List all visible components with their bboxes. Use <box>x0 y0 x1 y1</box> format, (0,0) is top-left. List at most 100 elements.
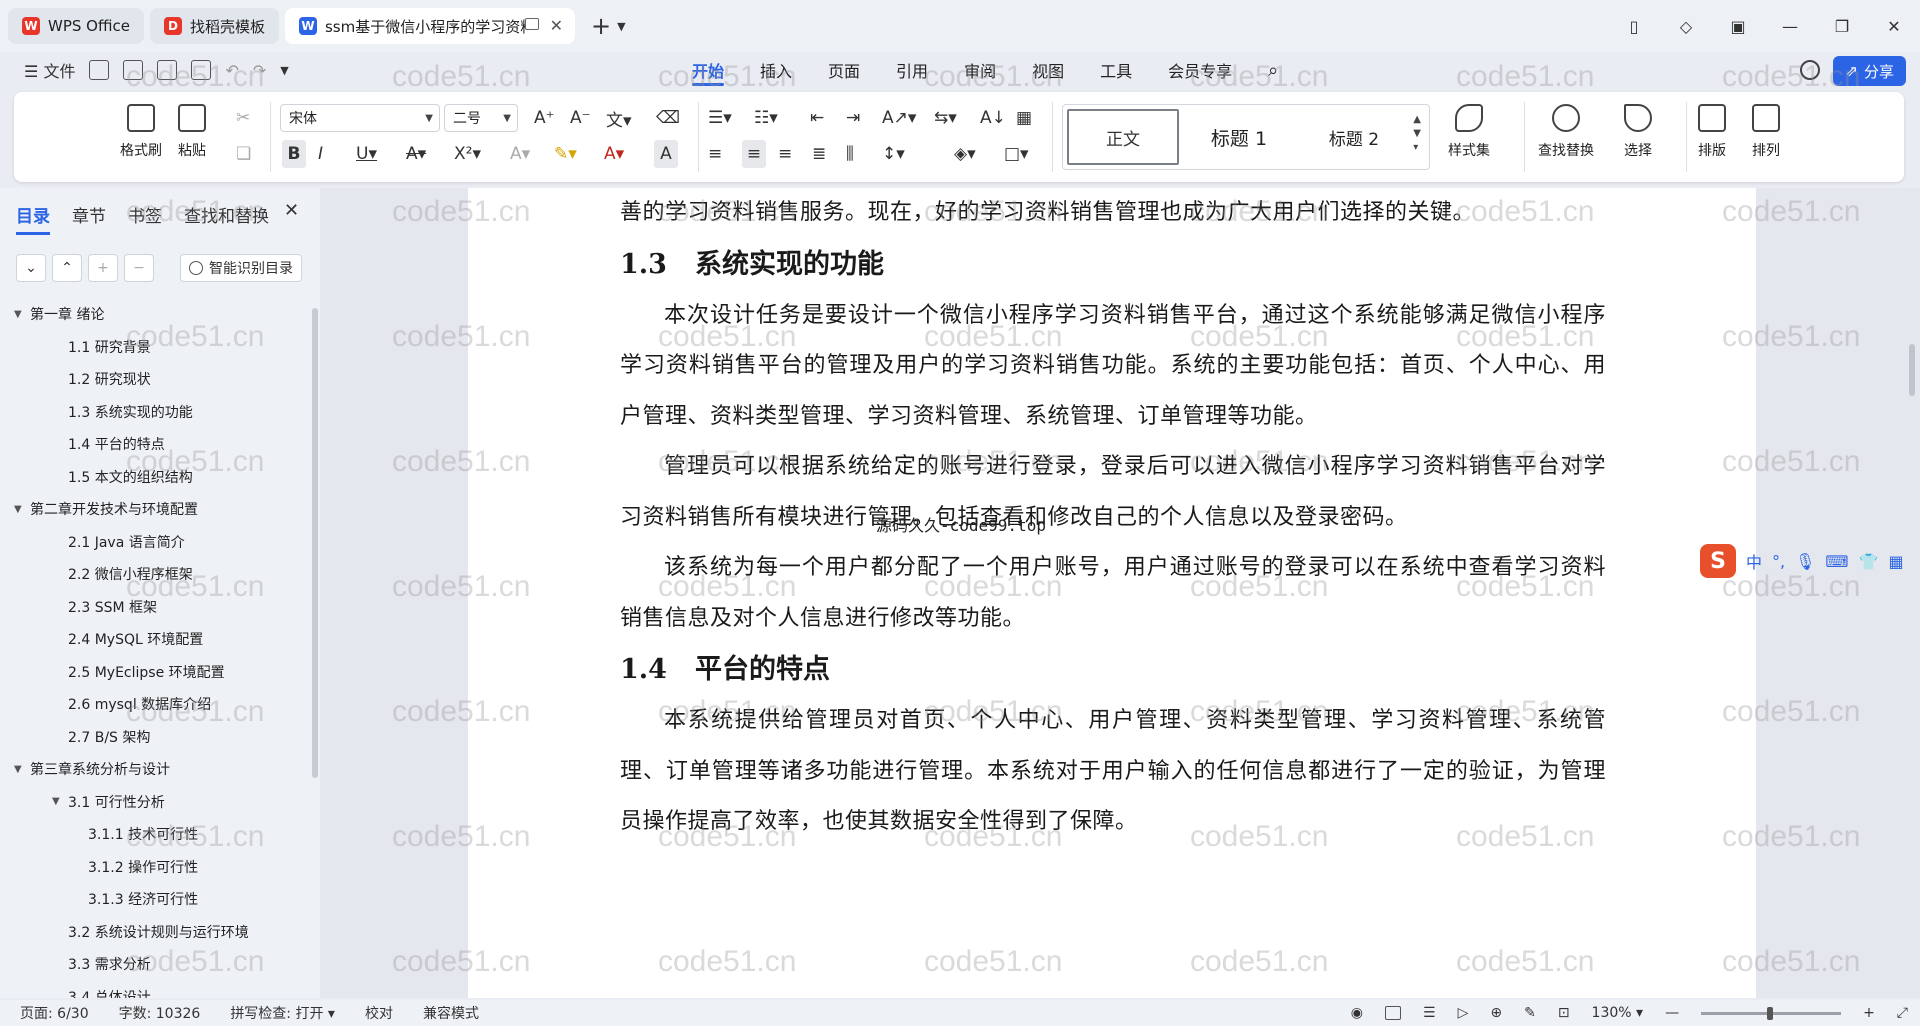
toc-item[interactable]: 3.1.1 技术可行性 <box>0 818 310 851</box>
document-scrollbar[interactable] <box>1904 188 1920 998</box>
align-right-icon[interactable]: ≡ <box>778 140 792 168</box>
align-center-icon[interactable]: ≡ <box>742 140 766 168</box>
toc-item[interactable]: 3.1.3 经济可行性 <box>0 883 310 916</box>
tab-bookmark[interactable]: 书签 <box>128 202 162 227</box>
shrink-font-icon[interactable]: A⁻ <box>570 104 591 132</box>
style-heading-2[interactable]: 标题 2 <box>1299 109 1409 165</box>
expand-triangle-icon[interactable]: ▼ <box>52 796 68 807</box>
gallery-scroll-icon[interactable]: ▲ ▼ ▾ <box>1413 113 1421 155</box>
justify-icon[interactable]: ≣ <box>812 140 826 168</box>
highlight-button[interactable]: ✎▾ <box>554 140 577 168</box>
toc-item[interactable]: 3.3 需求分析 <box>0 948 310 981</box>
fullscreen-icon[interactable]: ⤢ <box>1897 1005 1908 1021</box>
search-icon[interactable]: ⌕ <box>1268 60 1278 81</box>
page-view-icon[interactable] <box>1385 1006 1401 1020</box>
numbered-list-icon[interactable]: ☷▾ <box>754 104 778 132</box>
toc-item[interactable]: 1.5 本文的组织结构 <box>0 461 310 494</box>
file-menu[interactable]: ☰ 文件 <box>24 58 75 82</box>
expand-triangle-icon[interactable]: ▼ <box>14 504 30 515</box>
share-button[interactable]: ⇗ 分享 <box>1833 56 1906 86</box>
line-break-icon[interactable]: ⇆▾ <box>934 104 957 132</box>
web-view-icon[interactable]: ⊕ <box>1490 1005 1502 1021</box>
tab-chapter[interactable]: 章节 <box>72 202 106 227</box>
toc-item[interactable]: 2.2 微信小程序框架 <box>0 558 310 591</box>
bullet-list-icon[interactable]: ☰▾ <box>708 104 732 132</box>
toc-item[interactable]: ▼ 第三章系统分析与设计 <box>0 753 310 786</box>
maximize-icon[interactable]: ❐ <box>1816 17 1868 36</box>
copy-icon[interactable]: ❏ <box>236 140 251 168</box>
save-icon[interactable] <box>89 60 110 80</box>
smart-toc-button[interactable]: 智能识别目录 <box>180 254 302 282</box>
zoom-in-icon[interactable]: + <box>1863 1005 1875 1021</box>
grow-font-icon[interactable]: A⁺ <box>534 104 555 132</box>
export-icon[interactable] <box>123 60 144 80</box>
toc-item[interactable]: ▼ 3.1 可行性分析 <box>0 786 310 819</box>
zoom-level[interactable]: 130% ▾ <box>1592 1005 1644 1021</box>
cube-icon[interactable]: ◇ <box>1660 17 1712 36</box>
sort-icon[interactable]: A↓ <box>980 104 1006 132</box>
toc-item[interactable]: 2.5 MyEclipse 环境配置 <box>0 656 310 689</box>
redo-icon[interactable]: ↷ <box>253 61 266 80</box>
layout-button[interactable]: 排版 <box>1698 104 1726 160</box>
font-size-select[interactable]: 二号 ▼ <box>444 104 518 132</box>
toc-item[interactable]: ▼ 第二章开发技术与环境配置 <box>0 493 310 526</box>
toc-item[interactable]: 2.7 B/S 架构 <box>0 721 310 754</box>
word-count[interactable]: 字数: 10326 <box>119 1003 201 1023</box>
new-tab-icon[interactable]: + <box>591 12 611 40</box>
style-normal[interactable]: 正文 <box>1067 109 1179 165</box>
paragraph[interactable]: 该系统为每一个用户都分配了一个用户账号，用户通过账号的登录可以在系统中查看学习资… <box>620 543 1606 644</box>
close-tab-icon[interactable]: ✕ <box>550 16 563 35</box>
ime-punct[interactable]: °, <box>1772 552 1785 571</box>
print-preview-icon[interactable] <box>191 60 212 80</box>
tab-find-replace[interactable]: 查找和替换 <box>184 202 269 227</box>
toc-item[interactable]: 2.6 mysql 数据库介绍 <box>0 688 310 721</box>
bold-button[interactable]: B <box>282 140 306 168</box>
menu-home[interactable]: 开始 <box>674 52 742 88</box>
window-mini-icon[interactable] <box>524 18 539 30</box>
microphone-icon[interactable]: 🎙 <box>1795 552 1815 571</box>
collapse-button[interactable]: ⌄ <box>16 254 46 282</box>
eye-icon[interactable]: ◉ <box>1351 1005 1363 1021</box>
strikethrough-button[interactable]: A▾ <box>406 140 426 168</box>
add-heading-button[interactable]: + <box>88 254 118 282</box>
style-set-button[interactable]: 样式集 <box>1448 104 1490 160</box>
chat-icon[interactable] <box>1800 60 1820 80</box>
toc-item[interactable]: 1.2 研究现状 <box>0 363 310 396</box>
tab-toc[interactable]: 目录 <box>16 202 50 235</box>
menu-review[interactable]: 审阅 <box>946 52 1014 88</box>
char-shading-button[interactable]: A <box>654 140 678 168</box>
underline-button[interactable]: U▾ <box>356 140 377 168</box>
shading-icon[interactable]: ◈▾ <box>954 140 976 168</box>
italic-button[interactable]: I <box>318 140 323 168</box>
font-name-select[interactable]: 宋体 ▼ <box>280 104 440 132</box>
tab-wps-office[interactable]: W WPS Office <box>8 8 144 44</box>
toc-item[interactable]: ▼ 第一章 绪论 <box>0 298 310 331</box>
toc-item[interactable]: 2.4 MySQL 环境配置 <box>0 623 310 656</box>
menu-view[interactable]: 视图 <box>1014 52 1082 88</box>
line-spacing-icon[interactable]: ↕▾ <box>882 140 905 168</box>
toc-item[interactable]: 1.1 研究背景 <box>0 331 310 364</box>
cut-icon[interactable]: ✂ <box>236 104 250 132</box>
paragraph[interactable]: 管理员可以根据系统给定的账号进行登录，登录后可以进入微信小程序学习资料销售平台对… <box>620 442 1606 543</box>
proofread-button[interactable]: 校对 <box>365 1003 393 1023</box>
text-direction-icon[interactable]: A↗▾ <box>882 104 916 132</box>
paragraph[interactable]: 善的学习资料销售服务。现在，好的学习资料销售管理也成为广大用户们选择的关键。 <box>620 188 1606 239</box>
ime-mode[interactable]: 中 <box>1746 549 1762 573</box>
toolbox-icon[interactable]: ▦ <box>1888 552 1903 571</box>
menu-member[interactable]: 会员专享 <box>1150 52 1250 88</box>
distribute-icon[interactable]: ⫼ <box>846 140 854 168</box>
align-left-icon[interactable]: ≡ <box>708 140 722 168</box>
format-painter-button[interactable]: 格式刷 <box>120 104 162 160</box>
paragraph[interactable]: 本次设计任务是要设计一个微信小程序学习资料销售平台，通过这个系统能够满足微信小程… <box>620 291 1606 443</box>
toc-item[interactable]: 2.1 Java 语言简介 <box>0 526 310 559</box>
zoom-knob[interactable] <box>1767 1006 1774 1020</box>
text-effect-button[interactable]: A▾ <box>510 140 530 168</box>
chevron-down-icon[interactable]: ▼ <box>280 64 288 77</box>
find-replace-button[interactable]: 查找替换 <box>1538 104 1594 160</box>
style-heading-1[interactable]: 标题 1 <box>1179 109 1299 165</box>
phonetic-icon[interactable]: 文▾ <box>606 104 632 132</box>
toc-item[interactable]: 1.4 平台的特点 <box>0 428 310 461</box>
toc-item[interactable]: 3.2 系统设计规则与运行环境 <box>0 916 310 949</box>
undo-icon[interactable]: ↶ <box>225 61 238 80</box>
spellcheck-toggle[interactable]: 拼写检查: 打开 ▾ <box>230 1003 335 1023</box>
